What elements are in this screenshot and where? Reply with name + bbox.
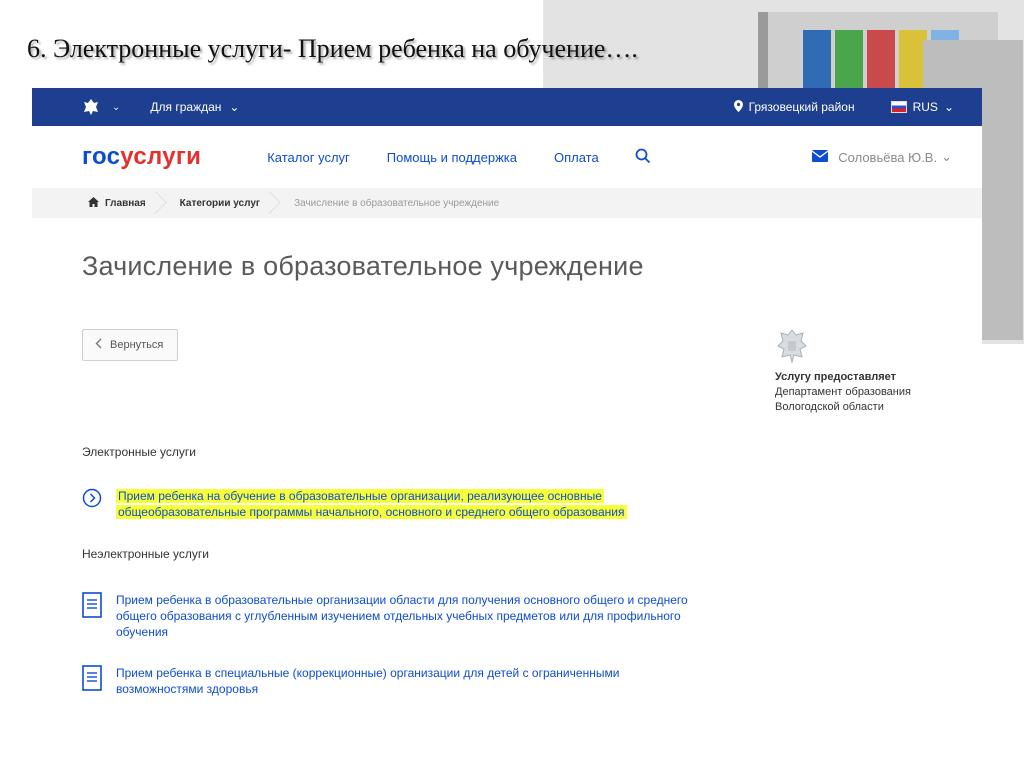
- nav-catalog[interactable]: Каталог услуг: [267, 150, 350, 165]
- header: госуслуги Каталог услуг Помощь и поддерж…: [32, 126, 982, 188]
- for-citizens-menu[interactable]: Для граждан ⌄: [150, 100, 239, 114]
- provider-name-line1: Департамент образования: [775, 386, 911, 398]
- back-button[interactable]: Вернуться: [82, 329, 178, 361]
- service-link-line2: общего образования с углубленным изучени…: [116, 609, 681, 623]
- service-link-line2: общеобразовательные программы начального…: [116, 505, 627, 519]
- main-nav: Каталог услуг Помощь и поддержка Оплата: [267, 150, 599, 165]
- service-link-line1: Прием ребенка на обучение в образователь…: [116, 489, 604, 503]
- user-name: Соловьёва Ю.В.: [838, 149, 938, 165]
- breadcrumb: Главная Категории услуг Зачисление в обр…: [32, 188, 982, 218]
- non-electronic-service-item[interactable]: Прием ребенка в образовательные организа…: [82, 592, 688, 640]
- non-electronic-services-heading: Неэлектронные услуги: [82, 547, 209, 561]
- language-label: RUS: [912, 100, 938, 114]
- for-citizens-label: Для граждан: [150, 100, 222, 114]
- provider-name-line2: Вологодской области: [775, 401, 884, 413]
- nav-payment[interactable]: Оплата: [554, 150, 599, 165]
- nav-help[interactable]: Помощь и поддержка: [387, 150, 517, 165]
- location-pin-icon: [733, 99, 743, 115]
- coat-of-arms-icon: [775, 328, 809, 364]
- flag-icon: [890, 101, 907, 113]
- electronic-services-heading: Электронные услуги: [82, 445, 196, 459]
- service-link-line2: возможностями здоровья: [116, 682, 259, 696]
- mail-icon: [811, 149, 829, 165]
- breadcrumb-current: Зачисление в образовательное учреждение: [294, 197, 500, 209]
- provider-label: Услугу предоставляет: [775, 371, 897, 383]
- service-link-line1: Прием ребенка в специальные (коррекционн…: [116, 666, 620, 680]
- region-label: Грязовецкий район: [748, 100, 855, 114]
- top-bar: ⌄ Для граждан ⌄ Грязовецкий район RUS ⌄: [32, 88, 982, 126]
- non-electronic-service-item[interactable]: Прием ребенка в специальные (коррекционн…: [82, 665, 619, 697]
- chevron-down-icon[interactable]: ⌄: [112, 102, 120, 113]
- home-icon: [88, 196, 99, 210]
- breadcrumb-home[interactable]: Главная: [32, 188, 160, 218]
- document-icon: [82, 592, 102, 640]
- chevron-down-icon: ⌄: [943, 100, 954, 114]
- user-menu[interactable]: Соловьёва Ю.В. ⌄: [811, 149, 952, 165]
- emblem-icon[interactable]: [80, 96, 102, 118]
- page-title: Зачисление в образовательное учреждение: [82, 251, 644, 281]
- slide-title: 6. Электронные услуги- Прием ребенка на …: [27, 34, 638, 63]
- electronic-service-item[interactable]: Прием ребенка на обучение в образователь…: [82, 488, 627, 520]
- gosuslugi-logo[interactable]: госуслуги: [82, 143, 201, 171]
- service-link-line1: Прием ребенка в образовательные организа…: [116, 593, 688, 607]
- language-selector[interactable]: RUS ⌄: [890, 100, 954, 114]
- chevron-down-icon: ⌄: [229, 100, 240, 114]
- chevron-left-icon: [95, 338, 102, 352]
- document-icon: [82, 665, 102, 697]
- breadcrumb-categories[interactable]: Категории услуг: [160, 188, 274, 218]
- region-selector[interactable]: Грязовецкий район: [733, 99, 855, 115]
- service-provider: Услугу предоставляет Департамент образов…: [775, 328, 945, 415]
- back-label: Вернуться: [110, 339, 164, 351]
- chevron-down-icon: ⌄: [941, 149, 952, 164]
- search-icon[interactable]: [635, 148, 653, 166]
- chevron-circle-icon: [82, 488, 102, 520]
- service-link-line3: обучения: [116, 625, 169, 639]
- gosuslugi-page: ⌄ Для граждан ⌄ Грязовецкий район RUS ⌄ …: [32, 88, 982, 767]
